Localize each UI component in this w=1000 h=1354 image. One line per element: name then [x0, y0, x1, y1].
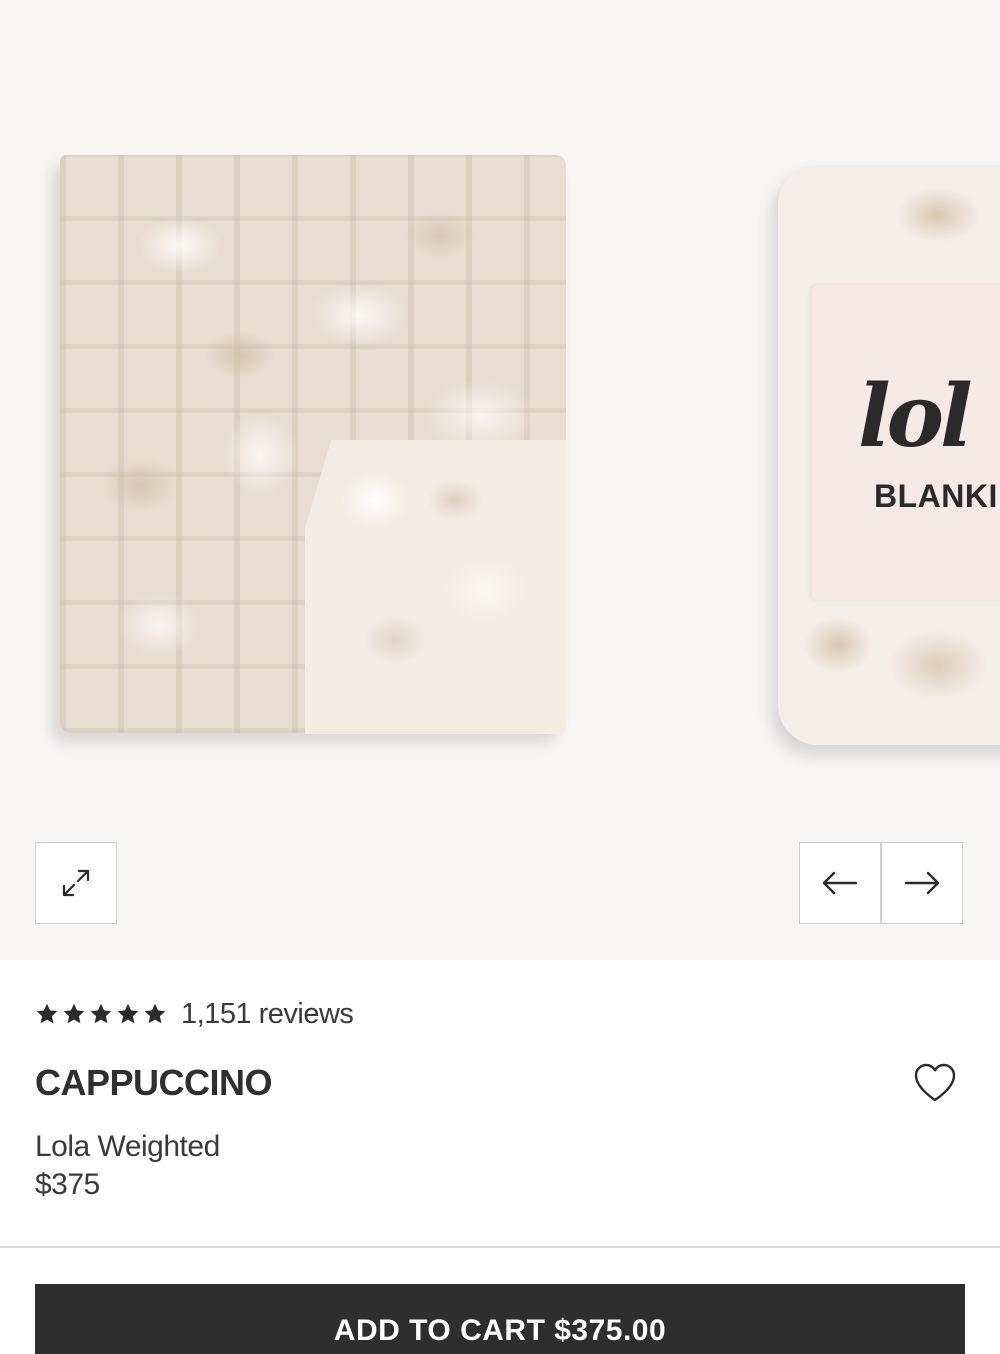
- arrow-left-icon: [822, 871, 858, 895]
- star-icon: [36, 1003, 58, 1024]
- rating-summary[interactable]: 1,151 reviews: [35, 995, 354, 1033]
- heart-icon: [914, 1063, 956, 1102]
- star-icon: [144, 1003, 166, 1024]
- brand-label-text: BLANKI: [874, 478, 998, 514]
- product-image-gallery[interactable]: lol BLANKI: [0, 0, 1000, 960]
- expand-image-button[interactable]: [35, 842, 117, 924]
- star-icon: [63, 1003, 85, 1024]
- section-divider: [0, 1246, 1000, 1248]
- add-to-cart-button[interactable]: ADD TO CART $375.00: [35, 1284, 965, 1354]
- next-image-button[interactable]: [881, 842, 963, 924]
- product-price: $375: [35, 1168, 100, 1201]
- star-icon: [117, 1003, 139, 1024]
- reviews-count-link[interactable]: 1,151 reviews: [181, 998, 354, 1031]
- blanket-fold-corner: [305, 440, 567, 734]
- product-title: CAPPUCCINO: [35, 1062, 273, 1103]
- arrow-right-icon: [904, 871, 940, 895]
- add-to-cart-label: ADD TO CART $375.00: [333, 1314, 667, 1347]
- brand-logo-text: lol: [858, 366, 973, 467]
- product-subtitle: Lola Weighted: [35, 1130, 220, 1163]
- previous-image-button[interactable]: [799, 842, 881, 924]
- expand-icon: [62, 869, 90, 897]
- wishlist-button[interactable]: [912, 1060, 958, 1106]
- star-rating: [35, 1002, 167, 1026]
- star-icon: [90, 1003, 112, 1024]
